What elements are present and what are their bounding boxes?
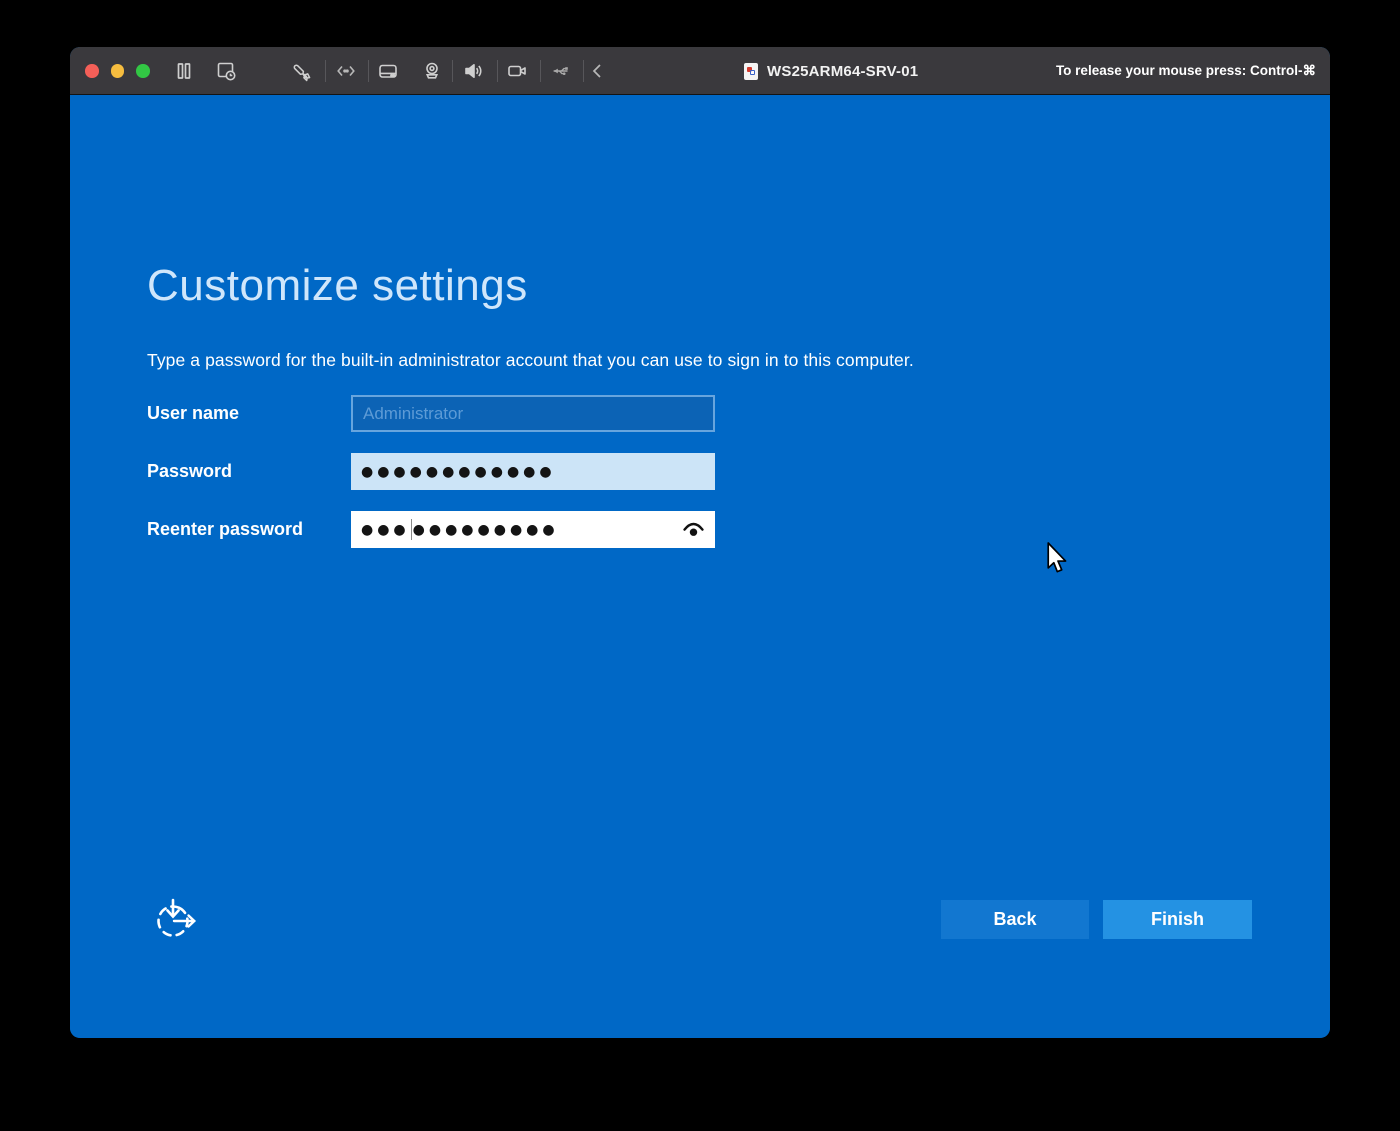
reveal-password-icon[interactable] bbox=[682, 521, 705, 538]
setup-screen: Customize settings Type a password for t… bbox=[70, 95, 1330, 1037]
window-title-group: WS25ARM64-SRV-01 bbox=[744, 47, 918, 95]
username-label: User name bbox=[147, 403, 240, 423]
mouse-cursor bbox=[1046, 542, 1069, 579]
fullscreen-button[interactable] bbox=[136, 64, 150, 78]
reenter-masked-before-caret: ●●● bbox=[361, 521, 410, 538]
snapshots-icon[interactable] bbox=[215, 47, 237, 95]
sound-icon[interactable] bbox=[462, 47, 484, 95]
video-camera-icon[interactable] bbox=[506, 47, 528, 95]
ease-of-access-icon[interactable] bbox=[153, 896, 199, 942]
reenter-password-field-wrap: ●●● ●●●●●●●●● bbox=[351, 511, 715, 548]
page-description: Type a password for the built-in adminis… bbox=[147, 350, 914, 370]
reenter-masked-after-caret: ●●●●●●●●● bbox=[412, 521, 559, 538]
text-caret bbox=[410, 519, 412, 540]
close-button[interactable] bbox=[85, 64, 99, 78]
page-title: Customize settings bbox=[147, 261, 528, 310]
webcam-icon[interactable] bbox=[421, 47, 443, 95]
reenter-password-input[interactable]: ●●● ●●●●●●●●● bbox=[351, 511, 715, 548]
usb-icon[interactable] bbox=[549, 47, 571, 95]
vm-window: WS25ARM64-SRV-01 To release your mouse p… bbox=[70, 47, 1330, 1038]
username-input[interactable] bbox=[351, 395, 715, 432]
minimize-button[interactable] bbox=[110, 64, 124, 78]
finish-button[interactable]: Finish bbox=[1103, 900, 1252, 939]
reenter-password-label: Reenter password bbox=[147, 519, 304, 539]
hard-disk-icon[interactable] bbox=[377, 47, 399, 95]
password-label: Password bbox=[147, 461, 233, 481]
back-button[interactable]: Back bbox=[941, 900, 1089, 939]
toolbar-separator bbox=[497, 60, 498, 82]
toolbar-separator bbox=[368, 60, 369, 82]
window-title: WS25ARM64-SRV-01 bbox=[767, 62, 919, 80]
toolbar-separator bbox=[452, 60, 453, 82]
mouse-release-hint: To release your mouse press: Control-⌘ bbox=[1055, 63, 1316, 78]
titlebar: WS25ARM64-SRV-01 To release your mouse p… bbox=[70, 47, 1330, 95]
toolbar-separator bbox=[583, 60, 584, 82]
toolbar-separator bbox=[325, 60, 326, 82]
vm-file-icon bbox=[744, 62, 758, 80]
desktop: WS25ARM64-SRV-01 To release your mouse p… bbox=[0, 0, 1400, 1131]
password-masked-value: ●●●●●●●●●●●● bbox=[361, 463, 556, 480]
collapse-chevron-icon[interactable] bbox=[588, 47, 606, 95]
password-input[interactable]: ●●●●●●●●●●●● bbox=[351, 453, 715, 490]
traffic-lights bbox=[85, 47, 150, 95]
toolbar-separator bbox=[540, 60, 541, 82]
resize-arrows-icon[interactable] bbox=[335, 47, 357, 95]
password-field-wrap: ●●●●●●●●●●●● bbox=[351, 453, 715, 490]
pause-icon[interactable] bbox=[173, 47, 195, 95]
settings-wrench-icon[interactable] bbox=[291, 47, 313, 95]
username-field-wrap bbox=[351, 395, 715, 432]
